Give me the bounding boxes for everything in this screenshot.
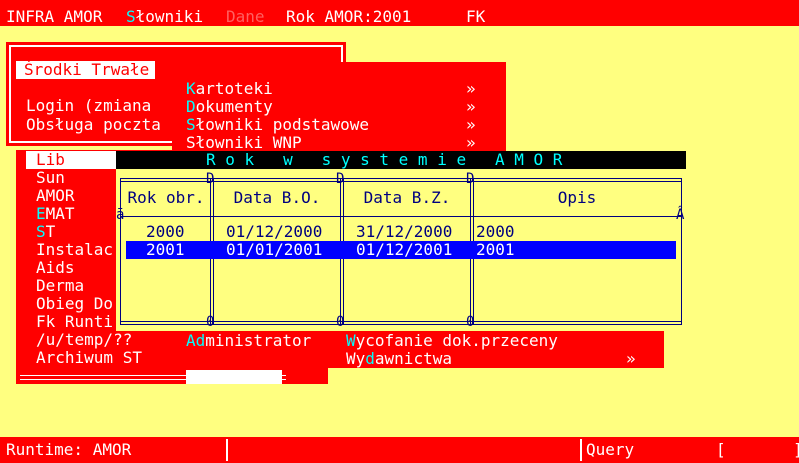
- menu-slowniki-hotkey: S: [126, 7, 136, 26]
- table-row[interactable]: 2000: [146, 223, 185, 241]
- frame-junction-top: D: [206, 171, 215, 187]
- list-item-derma[interactable]: Derma: [36, 277, 84, 295]
- scroll-left-icon[interactable]: ā: [116, 208, 124, 222]
- frame-junction-top: D: [466, 171, 475, 187]
- table-cell-opis: 2000: [476, 222, 515, 241]
- submenu-arrow-wydawnictwa: »: [626, 349, 636, 368]
- table-cell-bo: 01/01/2001: [226, 240, 323, 259]
- column-header-data-bz[interactable]: Data B.Z.: [344, 188, 470, 208]
- status-indicator: [ ]: [716, 440, 799, 459]
- menu-dane[interactable]: Dane: [226, 8, 265, 26]
- list-item-st[interactable]: ST: [36, 223, 55, 241]
- submenu-item-kartoteki[interactable]: Kartoteki: [186, 80, 273, 98]
- status-runtime: Runtime: AMOR: [6, 440, 132, 459]
- list-item-u-temp[interactable]: /u/temp/??: [36, 331, 132, 349]
- list-item-emat[interactable]: EMAT: [36, 205, 75, 223]
- list-item-archiwum-st[interactable]: Archiwum ST: [36, 349, 142, 367]
- frame-junction-bottom: 0: [466, 314, 475, 330]
- frame-junction-bottom: 0: [206, 314, 215, 330]
- column-header-data-bo[interactable]: Data B.O.: [214, 188, 340, 208]
- list-item-fk-runti[interactable]: Fk Runti: [36, 313, 113, 331]
- submenu-item-slowniki-podstawowe[interactable]: Słowniki podstawowe: [186, 116, 369, 134]
- list-item-obieg-do[interactable]: Obieg Do: [36, 295, 113, 313]
- dialog-title-bar: R o k w s y s t e m i e A M O R: [116, 151, 686, 169]
- table-cell-bz: 31/12/2000: [356, 222, 453, 241]
- table-cell-rok: 2001: [146, 240, 185, 259]
- list-item-sun[interactable]: Sun: [36, 169, 65, 187]
- submenu-item-dokumenty[interactable]: Dokumenty: [186, 98, 273, 116]
- list-item-aids[interactable]: Aids: [36, 259, 75, 277]
- menu-item-obsluga-poczta[interactable]: Obsługa poczta: [26, 116, 161, 134]
- list-item-amor[interactable]: AMOR: [36, 187, 75, 205]
- menu-fk[interactable]: FK: [466, 8, 485, 26]
- menu-slowniki[interactable]: Słowniki: [126, 8, 203, 26]
- submenu-arrow-slowniki-podstawowe: »: [466, 115, 476, 134]
- table-cell-opis: 2001: [476, 240, 515, 259]
- menu-infra-amor[interactable]: INFRA AMOR: [6, 8, 102, 26]
- submenu-arrow-kartoteki: »: [466, 79, 476, 98]
- menu-rok-amor[interactable]: Rok AMOR:2001: [286, 8, 411, 26]
- menu-item-administrator[interactable]: Administrator: [186, 332, 311, 350]
- scroll-up-icon[interactable]: Â: [676, 208, 684, 222]
- menu-item-login[interactable]: Login (zmiana: [26, 97, 151, 115]
- menu-bar: INFRA AMOR Słowniki Dane Rok AMOR:2001 F…: [0, 0, 799, 26]
- menu-slowniki-label: łowniki: [135, 7, 204, 26]
- submenu-arrow-dokumenty: »: [466, 97, 476, 116]
- menu-item-wycofanie[interactable]: Wycofanie dok.przeceny: [346, 332, 558, 350]
- dialog-title: R o k w s y s t e m i e A M O R: [206, 150, 563, 169]
- table-cell-bo: 01/12/2000: [226, 222, 323, 241]
- status-mode: Query: [586, 440, 635, 459]
- frame-junction-bottom: 0: [336, 314, 345, 330]
- menu-item-srodki-trwale[interactable]: Środki Trwałe: [16, 61, 156, 79]
- status-bar: Runtime: AMOR Query [ ]: [0, 437, 799, 463]
- frame-junction-top: D: [336, 171, 345, 187]
- list-item-instalac[interactable]: Instalac: [36, 241, 113, 259]
- menu-item-wydawnictwa[interactable]: Wydawnictwa: [346, 350, 452, 368]
- column-header-rok[interactable]: Rok obr.: [122, 188, 210, 208]
- table-cell-bz: 01/12/2001: [356, 240, 453, 259]
- scrollbar-track[interactable]: [186, 370, 282, 384]
- column-header-opis[interactable]: Opis: [474, 188, 680, 208]
